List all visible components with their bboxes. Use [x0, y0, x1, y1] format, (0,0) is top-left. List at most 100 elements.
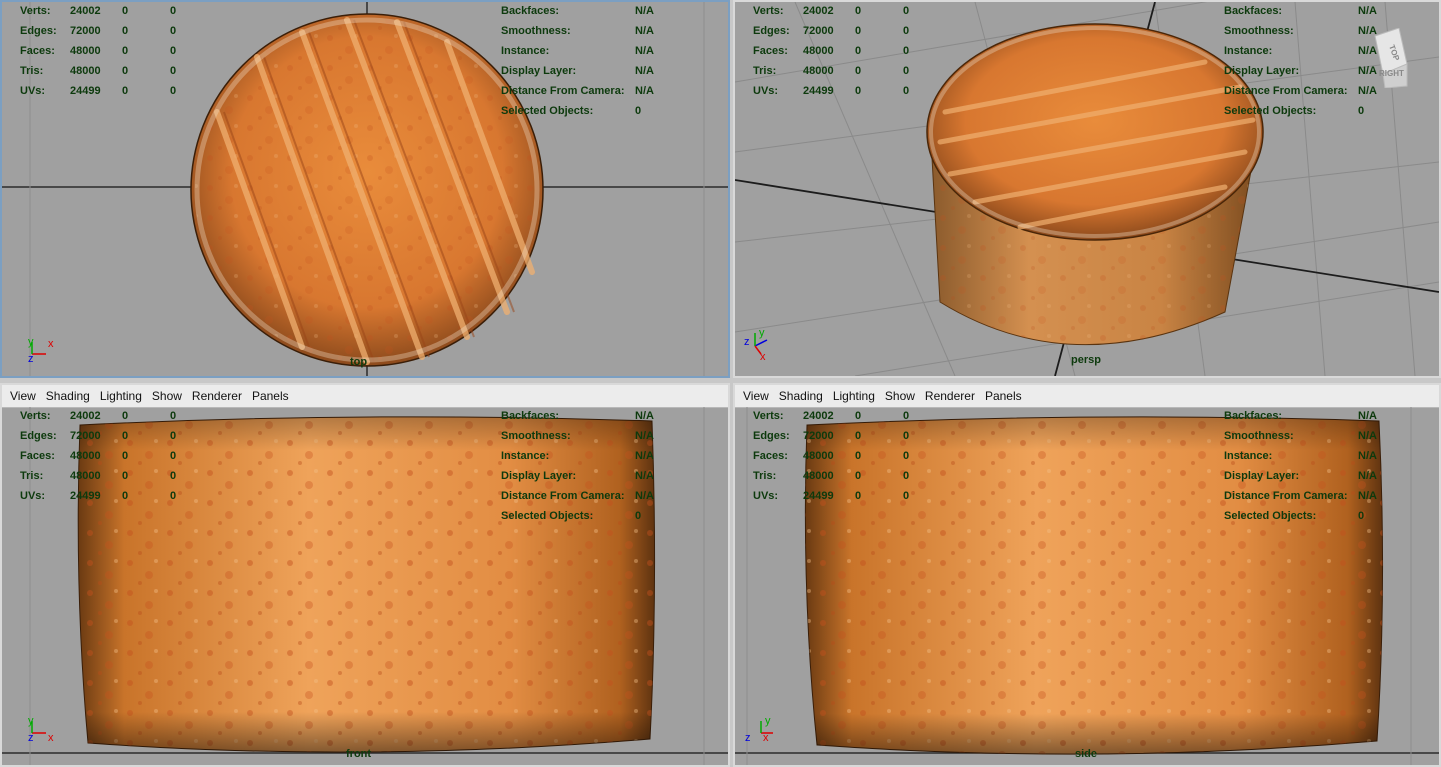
menu-panels[interactable]: Panels [247, 389, 294, 403]
hud-info-row: Smoothness: N/A [501, 21, 654, 41]
hud-info-label: Backfaces: [1224, 5, 1283, 17]
hud-stat-v2: 0 [122, 490, 129, 502]
hud-info-row: Smoothness: N/A [1224, 21, 1377, 41]
hud-stat-v2: 0 [855, 85, 862, 97]
hud-info-value: 0 [1358, 105, 1365, 117]
axis-x-label: x [48, 732, 54, 744]
hud-stat-label: Faces: [753, 450, 788, 462]
hud-left: Verts: 24002 0 0 Edges: 72000 0 0 Faces: 48000 0 0 T… [753, 2, 933, 101]
hud-info-row: Instance: N/A [501, 446, 654, 466]
axis-z-label: z [744, 336, 750, 348]
hud-info-value: N/A [1358, 490, 1377, 502]
axis-x-label: x [48, 338, 54, 350]
hud-stat-row: Verts: 24002 0 0 [20, 406, 200, 426]
viewport-persp[interactable]: Verts: 24002 0 0 Edges: 72000 0 0 Faces: 48000 0 0 T… [733, 0, 1441, 378]
axis-y-label: y [28, 715, 34, 727]
hud-stat-v2: 0 [855, 470, 862, 482]
hud-stat-v1: 24499 [70, 85, 101, 97]
menu-shading[interactable]: Shading [41, 389, 95, 403]
camera-label-front: front [346, 748, 372, 760]
hud-stat-v1: 24002 [803, 5, 834, 17]
hud-info-value: N/A [635, 450, 654, 462]
hud-stat-label: Faces: [20, 45, 55, 57]
hud-right: Backfaces: N/A Smoothness: N/A Instance: N/A D… [501, 2, 654, 121]
hud-info-label: Selected Objects: [1224, 105, 1317, 117]
axis-y-label: y [765, 715, 771, 727]
hud-info-row: Display Layer: N/A [501, 61, 654, 81]
menu-renderer[interactable]: Renderer [187, 389, 247, 403]
hud-stat-label: Tris: [20, 470, 44, 482]
hud-info-row: Distance From Camera: N/A [501, 486, 654, 506]
hud-stat-row: UVs: 24499 0 0 [20, 486, 200, 506]
hud-info-row: Backfaces: N/A [501, 406, 654, 426]
hud-info-value: 0 [635, 105, 642, 117]
hud-stat-label: Faces: [20, 450, 55, 462]
hud-stat-v1: 24002 [70, 5, 101, 17]
hud-left: Verts: 24002 0 0 Edges: 72000 0 0 Faces: 48000 0 0 T… [20, 406, 200, 506]
hud-info-value: N/A [635, 430, 654, 442]
viewport-front[interactable]: View Shading Lighting Show Renderer Panels Ve… [0, 383, 730, 767]
hud-stat-v3: 0 [903, 5, 910, 17]
hud-info-row: Backfaces: N/A [1224, 406, 1377, 426]
hud-right: Backfaces: N/A Smoothness: N/A Instance: N/A D… [1224, 406, 1377, 526]
hud-right: Backfaces: N/A Smoothness: N/A Instance: N/A D… [1224, 2, 1377, 121]
hud-stat-v1: 48000 [70, 45, 101, 57]
hud-stat-v2: 0 [855, 430, 862, 442]
menu-view[interactable]: View [735, 389, 774, 403]
menu-lighting[interactable]: Lighting [828, 389, 880, 403]
hud-stat-row: Faces: 48000 0 0 [753, 41, 933, 61]
hud-info-row: Instance: N/A [501, 41, 654, 61]
menu-renderer[interactable]: Renderer [920, 389, 980, 403]
viewport-menubar: View Shading Lighting Show Renderer Panels [2, 385, 728, 408]
hud-info-label: Smoothness: [1224, 25, 1294, 37]
hud-stat-v3: 0 [170, 25, 177, 37]
axis-x-label: x [763, 732, 769, 744]
viewport-side[interactable]: View Shading Lighting Show Renderer Panels Ve… [733, 383, 1441, 767]
hud-stat-row: UVs: 24499 0 0 [20, 81, 200, 101]
hud-stat-v1: 24499 [803, 85, 834, 97]
hud-info-row: Backfaces: N/A [1224, 2, 1377, 21]
hud-stat-v2: 0 [122, 410, 129, 422]
hud-info-label: Backfaces: [501, 410, 560, 422]
hud-info-value: N/A [635, 410, 654, 422]
hud-right: Backfaces: N/A Smoothness: N/A Instance: N/A D… [501, 406, 654, 526]
hud-info-label: Display Layer: [501, 65, 577, 77]
hud-stat-row: Verts: 24002 0 0 [20, 2, 200, 21]
hud-info-label: Backfaces: [1224, 410, 1283, 422]
hud-stat-v1: 72000 [70, 430, 101, 442]
hud-stat-row: Tris: 48000 0 0 [753, 466, 933, 486]
hud-stat-v2: 0 [122, 45, 129, 57]
hud-info-row: Display Layer: N/A [501, 466, 654, 486]
hud-stat-v3: 0 [170, 85, 177, 97]
hud-stat-label: Tris: [20, 65, 44, 77]
axis-gizmo-icon: y z x [744, 327, 768, 363]
hud-info-row: Smoothness: N/A [1224, 426, 1377, 446]
hud-stat-label: UVs: [20, 490, 46, 502]
hud-stat-v3: 0 [903, 85, 910, 97]
hud-info-row: Distance From Camera: N/A [501, 81, 654, 101]
hud-info-value: N/A [635, 25, 654, 37]
menu-view[interactable]: View [2, 389, 41, 403]
hud-stat-v3: 0 [903, 65, 910, 77]
hud-stat-label: Edges: [753, 25, 790, 37]
menu-show[interactable]: Show [147, 389, 187, 403]
menu-shading[interactable]: Shading [774, 389, 828, 403]
menu-panels[interactable]: Panels [980, 389, 1027, 403]
hud-stat-v2: 0 [122, 450, 129, 462]
menu-lighting[interactable]: Lighting [95, 389, 147, 403]
hud-info-label: Instance: [501, 450, 550, 462]
hud-stat-v3: 0 [170, 410, 177, 422]
axis-z-label: z [745, 732, 751, 744]
hud-stat-row: Tris: 48000 0 0 [20, 466, 200, 486]
hud-info-label: Instance: [501, 45, 550, 57]
viewport-top[interactable]: Verts: 24002 0 0 Edges: 72000 0 0 Faces: 48000 0 0 T… [0, 0, 730, 378]
hud-info-row: Smoothness: N/A [501, 426, 654, 446]
hud-stat-v3: 0 [170, 430, 177, 442]
hud-stat-v1: 72000 [803, 430, 834, 442]
hud-stat-row: Edges: 72000 0 0 [753, 426, 933, 446]
viewcube-icon[interactable]: TOP RIGHT [1371, 27, 1409, 89]
hud-info-label: Distance From Camera: [1224, 85, 1348, 97]
hud-stat-v1: 48000 [803, 470, 834, 482]
hud-stat-v3: 0 [903, 450, 910, 462]
menu-show[interactable]: Show [880, 389, 920, 403]
